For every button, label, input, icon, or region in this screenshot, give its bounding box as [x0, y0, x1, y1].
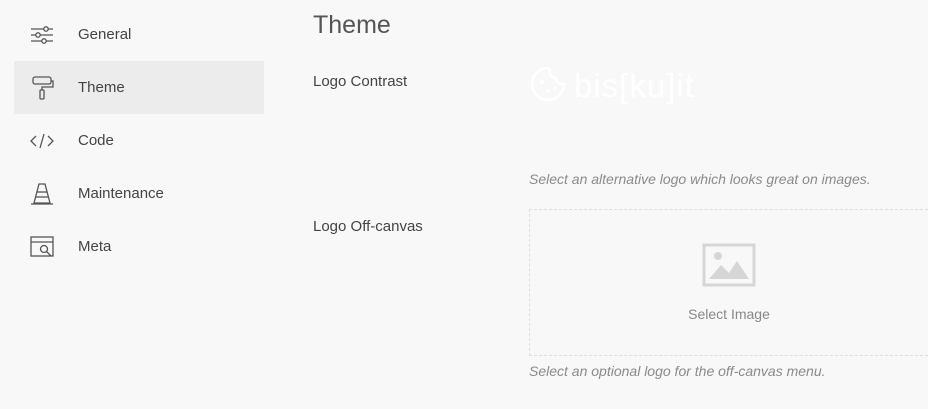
sidebar-item-maintenance[interactable]: Maintenance: [14, 167, 264, 220]
browser-search-icon: [28, 233, 56, 261]
sidebar-item-label: Maintenance: [78, 185, 164, 202]
logo-contrast-label: Logo Contrast: [313, 73, 408, 90]
logo-offcanvas-label: Logo Off-canvas: [313, 218, 423, 235]
sidebar-item-meta[interactable]: Meta: [14, 220, 264, 273]
logo-wordmark: bis[ku]it: [574, 67, 695, 104]
logo-offcanvas-image-picker[interactable]: Select Image: [529, 209, 928, 356]
traffic-cone-icon: [28, 180, 56, 208]
code-icon: [28, 127, 56, 155]
logo-offcanvas-help: Select an optional logo for the off-canv…: [529, 363, 826, 379]
sliders-icon: [28, 21, 56, 49]
settings-page: General Theme Code Maintenance Meta Them…: [0, 0, 928, 409]
image-placeholder-icon: [702, 243, 756, 306]
sidebar-item-label: Code: [78, 132, 114, 149]
select-image-label: Select Image: [688, 306, 770, 322]
paint-roller-icon: [28, 74, 56, 102]
sidebar-item-general[interactable]: General: [14, 8, 264, 61]
sidebar-item-code[interactable]: Code: [14, 114, 264, 167]
settings-sidebar: General Theme Code Maintenance Meta: [14, 8, 264, 273]
sidebar-item-label: General: [78, 26, 132, 43]
biscuit-logo-icon: [528, 64, 568, 109]
logo-contrast-preview[interactable]: bis[ku]it: [528, 64, 695, 108]
sidebar-item-label: Theme: [78, 79, 125, 96]
sidebar-item-theme[interactable]: Theme: [14, 61, 264, 114]
logo-contrast-help: Select an alternative logo which looks g…: [529, 171, 871, 187]
page-title: Theme: [313, 11, 391, 39]
sidebar-item-label: Meta: [78, 238, 112, 255]
